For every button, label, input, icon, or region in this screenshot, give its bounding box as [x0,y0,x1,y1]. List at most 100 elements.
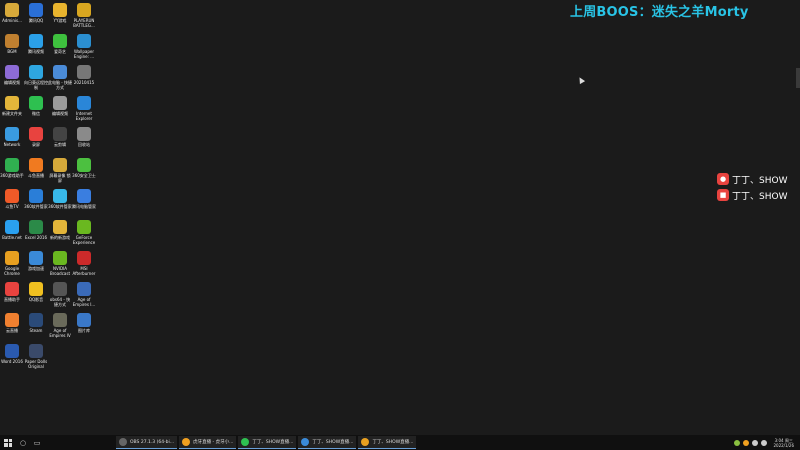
show-badge-text: 丁丁、SHOW [732,175,788,186]
desktop-icon-label: 斗鱼TV [5,204,19,209]
desktop-icon[interactable]: obs64 - 快捷方式 [48,282,72,313]
desktop-icon[interactable]: 腾讯QQ [24,3,48,34]
desktop-icon[interactable]: Age of Empires I... [72,282,96,313]
taskbar-task[interactable]: 丁丁、SHOW直播... [238,436,297,449]
clock[interactable]: 3:04 周三 2022/1/26 [773,438,794,448]
task-app-icon [241,438,250,446]
taskbar-task[interactable]: 丁丁、SHOW直播... [358,436,417,449]
desktop-icon[interactable]: 360软件管家 [48,189,72,220]
app-icon [77,189,91,203]
app-icon [53,127,67,141]
app-icon [77,65,91,79]
app-icon [29,313,43,327]
desktop-icon[interactable]: Word 2016 [0,344,24,375]
desktop-icon[interactable]: Network [0,127,24,158]
desktop-icon[interactable]: NVIDIA Broadcast [48,251,72,282]
task-app-icon [301,438,310,446]
desktop-icon[interactable]: Google Chrome [0,251,24,282]
desktop-icon[interactable]: 直播助手 [0,282,24,313]
desktop-icon[interactable]: 爱奇艺 [48,34,72,65]
desktop-icon[interactable]: 云直播 [0,313,24,344]
tray-app-icon[interactable] [743,439,750,446]
desktop-icon-label: Wallpaper Engine: ... [73,49,95,59]
task-view-icon[interactable]: ▭ [30,435,44,450]
desktop-icon-label: 此电脑 - 快捷方式 [48,80,72,90]
desktop-icon[interactable]: 斗鱼TV [0,189,24,220]
desktop-icon[interactable]: 360游戏助手 [0,158,24,189]
desktop-icon[interactable]: Wallpaper Engine: ... [72,34,96,65]
desktop-icon[interactable]: 360软件管家 [24,189,48,220]
desktop-icon[interactable]: YY游戏 [48,3,72,34]
desktop-icon[interactable]: 屏幕录像 锁屏 [48,158,72,189]
desktop-icon-label: 微信 [32,111,40,116]
start-button[interactable] [0,435,16,450]
taskbar-task[interactable]: 虎牙直播 - 虎牙小... [179,436,237,449]
desktop-icon[interactable]: Adminis... [0,3,24,34]
desktop-icon[interactable]: 微信 [24,96,48,127]
search-icon[interactable]: ○ [16,435,30,450]
desktop-icon[interactable]: 斗鱼直播 [24,158,48,189]
app-icon [29,3,43,17]
taskbar-task[interactable]: OBS 27.1.3 (64-bi... [116,436,178,449]
edge-handle[interactable] [796,68,800,88]
app-icon [5,158,19,172]
desktop-icon[interactable]: 回收站 [72,127,96,158]
desktop-icon[interactable]: Excel 2016 [24,220,48,251]
app-icon [77,282,91,296]
desktop-icon[interactable]: 20210415 [72,65,96,96]
app-icon [53,282,67,296]
desktop-icon[interactable]: QQ影音 [24,282,48,313]
stream-overlay-title: 上周BOOS：迷失之羊Morty [570,5,749,20]
show-logo-icon: ● [717,173,729,185]
desktop-icon[interactable]: Paper Dolls Original [24,344,48,375]
desktop-icon[interactable]: 360安全卫士 [72,158,96,189]
desktop-icon[interactable]: 新建文件夹 [0,96,24,127]
desktop-icon[interactable]: 新的新游戏 [48,220,72,251]
desktop-icon-label: 新建文件夹 [2,111,22,116]
desktop-icon-label: 直播助手 [4,297,20,302]
app-icon [29,158,43,172]
desktop-icon[interactable]: MSI Afterburner [72,251,96,282]
show-badge-text: 丁丁、SHOW [732,191,788,202]
app-icon [77,127,91,141]
desktop-icon[interactable]: GeForce Experience [72,220,96,251]
desktop-icon-label: 图片库 [78,328,90,333]
desktop-icon[interactable]: 录屏 [24,127,48,158]
desktop-icon[interactable]: BGM [0,34,24,65]
desktop-icon[interactable]: 游戏加速 [24,251,48,282]
app-icon [53,189,67,203]
desktop-icon[interactable]: PLAYERUN BATTLEG... [72,3,96,34]
system-tray: 3:04 周三 2022/1/26 [731,435,800,450]
task-app-icon [182,438,191,446]
desktop-icon[interactable]: Age of Empires IV [48,313,72,344]
network-icon[interactable] [752,439,759,446]
desktop-icon[interactable]: 此电脑 - 快捷方式 [48,65,72,96]
desktop-icon-label: obs64 - 快捷方式 [49,297,71,307]
desktop-icon[interactable]: Battle.net [0,220,24,251]
desktop-icon[interactable]: Steam [24,313,48,344]
desktop-icon-label: 新的新游戏 [50,235,70,240]
desktop-icon-label: 录屏 [32,142,40,147]
desktop-icon[interactable]: 腾讯电脑管家 [72,189,96,220]
desktop-icon[interactable]: 编辑视频 [0,65,24,96]
desktop-icon[interactable]: 向日葵远程控制 [24,65,48,96]
desktop-icon[interactable]: 腾讯视频 [24,34,48,65]
app-icon [5,220,19,234]
volume-icon[interactable] [761,439,768,446]
mouse-cursor-icon [576,75,586,85]
taskbar-task[interactable]: 丁丁、SHOW直播... [298,436,357,449]
app-icon [53,65,67,79]
desktop-icon[interactable]: 编辑视频 [48,96,72,127]
show-badge-1: ● 丁丁、SHOW [717,173,788,186]
desktop-icon[interactable]: Internet Explorer [72,96,96,127]
tray-app-icon[interactable] [734,439,741,446]
desktop-icon[interactable]: 图片库 [72,313,96,344]
app-icon [29,189,43,203]
desktop-icon[interactable]: 云剪辑 [48,127,72,158]
app-icon [5,96,19,110]
desktop-icon-label: 360软件管家 [48,204,72,209]
taskbar: ○ ▭ OBS 27.1.3 (64-bi... 虎牙直播 - 虎牙小... 丁丁、… [0,435,800,450]
desktop-icon-label: 向日葵远程控制 [24,80,48,90]
app-icon [29,282,43,296]
desktop-icon-label: 斗鱼直播 [28,173,44,178]
